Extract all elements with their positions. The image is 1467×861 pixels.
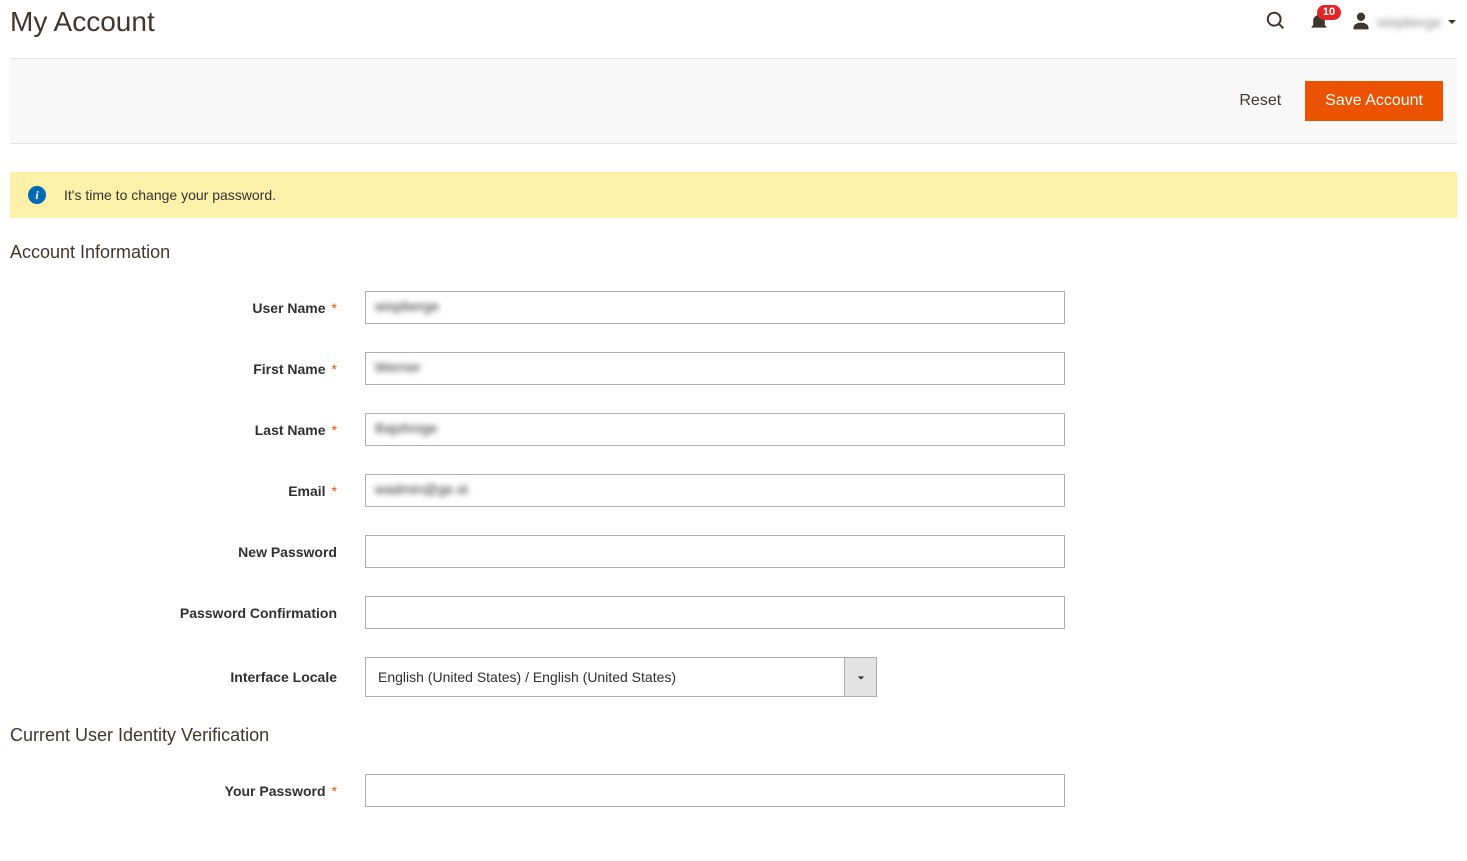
label-your-password: Your Password xyxy=(10,783,365,799)
notification-badge: 10 xyxy=(1317,5,1341,20)
search-icon xyxy=(1265,20,1287,35)
action-bar: Reset Save Account xyxy=(10,58,1457,144)
label-email: Email xyxy=(10,483,365,499)
locale-select[interactable]: English (United States) / English (Unite… xyxy=(365,657,877,697)
section-identity-title: Current User Identity Verification xyxy=(10,725,1457,746)
row-username: User Name wispberge xyxy=(10,291,1457,324)
user-icon xyxy=(1351,11,1371,34)
notice-text: It's time to change your password. xyxy=(64,187,276,203)
user-display-name: wispberge xyxy=(1377,14,1441,30)
row-password-confirm: Password Confirmation xyxy=(10,596,1457,629)
locale-select-value: English (United States) / English (Unite… xyxy=(365,657,844,697)
notifications-button[interactable]: 10 xyxy=(1309,11,1329,34)
row-lastname: Last Name Bajohnige xyxy=(10,413,1457,446)
label-password-confirm: Password Confirmation xyxy=(10,605,365,621)
label-username: User Name xyxy=(10,300,365,316)
header-actions: 10 wispberge xyxy=(1265,10,1457,35)
new-password-input[interactable] xyxy=(365,535,1065,568)
row-your-password: Your Password xyxy=(10,774,1457,807)
row-firstname: First Name Werner xyxy=(10,352,1457,385)
search-button[interactable] xyxy=(1265,10,1287,35)
lastname-input[interactable] xyxy=(365,413,1065,446)
page-title: My Account xyxy=(10,6,155,38)
username-input[interactable] xyxy=(365,291,1065,324)
firstname-input[interactable] xyxy=(365,352,1065,385)
notice-banner: i It's time to change your password. xyxy=(10,172,1457,218)
row-email: Email wadmin@ge.st xyxy=(10,474,1457,507)
page-header: My Account 10 wispberge xyxy=(10,0,1457,58)
reset-button[interactable]: Reset xyxy=(1239,92,1281,110)
email-input[interactable] xyxy=(365,474,1065,507)
caret-down-icon xyxy=(857,669,865,685)
save-account-button[interactable]: Save Account xyxy=(1305,81,1443,121)
label-firstname: First Name xyxy=(10,361,365,377)
label-lastname: Last Name xyxy=(10,422,365,438)
your-password-input[interactable] xyxy=(365,774,1065,807)
user-menu[interactable]: wispberge xyxy=(1351,11,1457,34)
password-confirm-input[interactable] xyxy=(365,596,1065,629)
section-account-info-title: Account Information xyxy=(10,242,1457,263)
row-new-password: New Password xyxy=(10,535,1457,568)
row-locale: Interface Locale English (United States)… xyxy=(10,657,1457,697)
info-icon: i xyxy=(28,186,46,204)
bell-icon xyxy=(1309,19,1329,34)
label-new-password: New Password xyxy=(10,544,365,560)
caret-down-icon xyxy=(1447,14,1457,30)
label-locale: Interface Locale xyxy=(10,669,365,685)
locale-select-trigger[interactable] xyxy=(844,657,877,697)
